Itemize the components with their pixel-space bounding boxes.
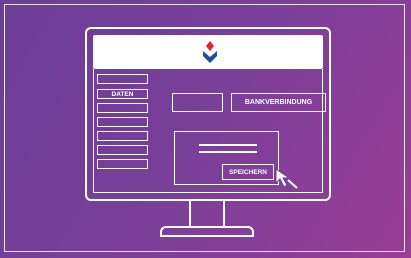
- sidebar-item-6[interactable]: [97, 145, 148, 155]
- form-line-2: [199, 151, 257, 153]
- sidebar-item-daten[interactable]: DATEN: [97, 89, 148, 99]
- form-line-1: [199, 144, 257, 146]
- arrow-cursor-icon: [275, 168, 298, 189]
- monitor-stand-base: [160, 226, 254, 237]
- bankverbindung-button[interactable]: BANKVERBINDUNG: [231, 93, 326, 112]
- sidebar-item-3[interactable]: [97, 103, 148, 113]
- sidebar-item-4[interactable]: [97, 117, 148, 127]
- sidebar-item-7[interactable]: [97, 159, 148, 169]
- bank-logo-icon: [203, 41, 217, 63]
- bank-field[interactable]: [172, 93, 223, 112]
- save-button[interactable]: SPEICHERN: [222, 164, 274, 180]
- monitor-stand-neck: [189, 201, 225, 226]
- sidebar-item-5[interactable]: [97, 131, 148, 141]
- sidebar-item-1[interactable]: [97, 74, 148, 84]
- screen-header: [93, 35, 323, 69]
